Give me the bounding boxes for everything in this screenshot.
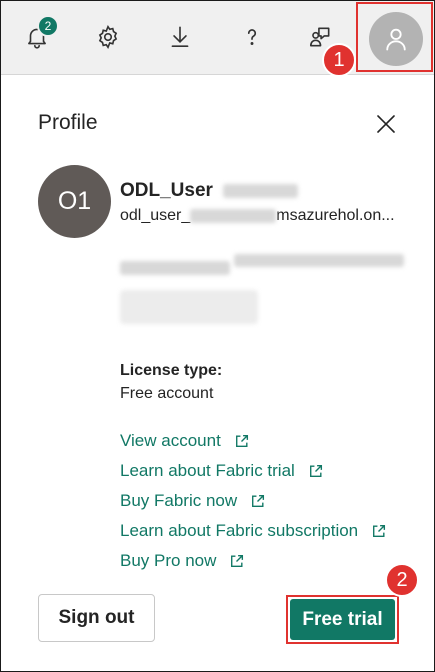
close-icon[interactable] [372, 110, 400, 138]
tenant-section-redacted [120, 254, 405, 324]
sign-out-button[interactable]: Sign out [38, 594, 155, 642]
link-label: View account [120, 431, 221, 450]
external-link-icon [307, 463, 324, 480]
user-name: ODL_User [120, 180, 298, 202]
redacted-tenant-label [120, 261, 230, 275]
step-2-callout: 2 [385, 563, 419, 597]
panel-title: Profile [38, 111, 98, 134]
help-icon[interactable] [237, 22, 267, 52]
user-name-text: ODL_User [120, 180, 213, 201]
switch-tenant-button-redacted[interactable] [120, 290, 258, 324]
external-link-icon [228, 553, 245, 570]
link-label: Learn about Fabric subscription [120, 521, 359, 540]
step-1-callout: 1 [322, 43, 356, 77]
email-suffix: msazurehol.on... [276, 207, 395, 224]
external-link-icon [233, 433, 250, 450]
redacted-id [222, 184, 298, 198]
link-label: Learn about Fabric trial [120, 461, 295, 480]
buy-fabric-link[interactable]: Buy Fabric now [120, 486, 387, 516]
profile-links: View account Learn about Fabric trial Bu… [120, 426, 387, 576]
external-link-icon [370, 523, 387, 540]
email-prefix: odl_user_ [120, 207, 191, 224]
free-trial-button[interactable]: Free trial [290, 599, 395, 640]
gear-icon[interactable] [93, 22, 123, 52]
buy-pro-link[interactable]: Buy Pro now [120, 546, 387, 576]
link-label: Buy Fabric now [120, 491, 238, 510]
learn-fabric-subscription-link[interactable]: Learn about Fabric subscription [120, 516, 387, 546]
redacted-tenant-value [234, 254, 405, 267]
license-type-value: Free account [120, 385, 214, 402]
notification-badge: 2 [37, 15, 59, 37]
download-icon[interactable] [165, 22, 195, 52]
redacted-email-part [190, 209, 277, 223]
learn-fabric-trial-link[interactable]: Learn about Fabric trial [120, 456, 387, 486]
link-label: Buy Pro now [120, 551, 217, 570]
avatar: O1 [38, 165, 111, 238]
external-link-icon [249, 493, 266, 510]
account-button[interactable] [369, 12, 423, 66]
view-account-link[interactable]: View account [120, 426, 387, 456]
license-type-label: License type: [120, 362, 223, 379]
user-email: odl_user_ msazurehol.on... [120, 207, 395, 225]
